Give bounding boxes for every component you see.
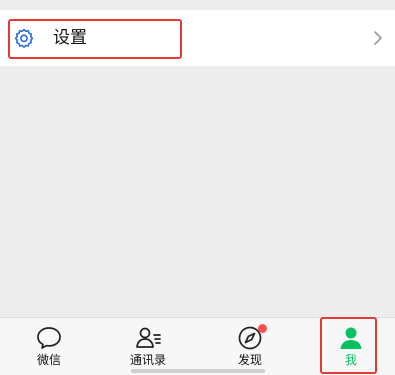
tab-label: 我	[344, 353, 357, 367]
tab-contacts[interactable]: 通讯录	[99, 318, 197, 375]
top-divider	[0, 0, 395, 10]
settings-label: 设置	[53, 28, 87, 48]
tab-wechat[interactable]: 微信	[0, 318, 98, 375]
me-page: 设置 微信 通讯录 发现 我	[0, 0, 395, 375]
settings-row[interactable]: 设置	[0, 10, 395, 66]
person-icon	[340, 327, 362, 349]
tab-me[interactable]: 我	[302, 318, 395, 375]
notification-dot	[258, 324, 267, 333]
contacts-icon	[136, 327, 161, 348]
tab-discover[interactable]: 发现	[201, 318, 299, 375]
tab-label: 微信	[36, 353, 61, 367]
tab-label: 发现	[237, 353, 262, 367]
bottom-tab-bar: 微信 通讯录 发现 我	[0, 317, 395, 375]
chevron-right-icon	[374, 31, 382, 45]
home-indicator[interactable]	[131, 369, 265, 373]
tab-label: 通讯录	[129, 353, 166, 367]
chat-bubble-icon	[37, 327, 61, 349]
gear-icon	[14, 28, 34, 48]
